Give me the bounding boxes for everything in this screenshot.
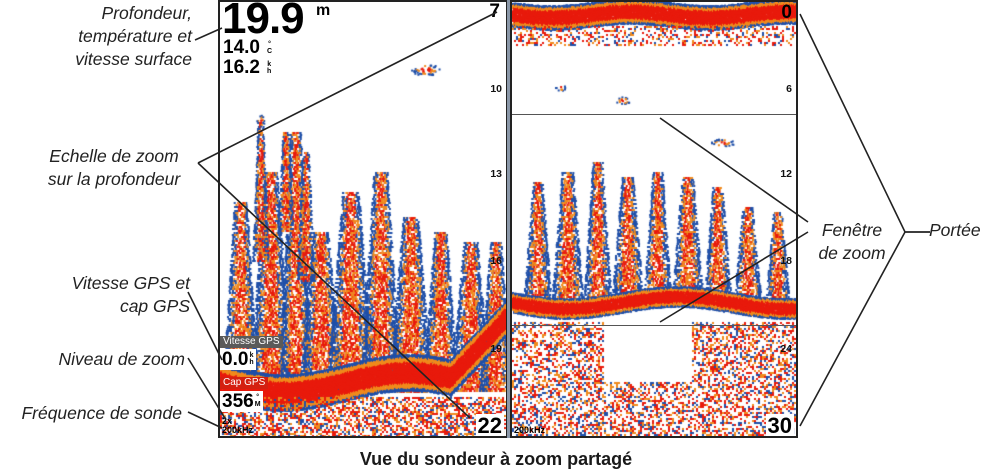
callout-leader-lines [187,11,930,429]
figure-caption: Vue du sondeur à zoom partagé [359,449,633,469]
leader-range-top [799,13,930,233]
leader-zoom-window-top [659,117,809,223]
leader-frequency [187,411,223,429]
leader-zoom-scale-bottom [197,162,471,419]
leader-zoom-window-bottom [659,231,809,323]
leader-zoom-level [187,357,227,421]
leader-gps [187,291,223,361]
leader-zoom-scale-top [197,11,498,164]
leader-range-bottom [799,231,930,427]
leader-depth [194,27,223,41]
